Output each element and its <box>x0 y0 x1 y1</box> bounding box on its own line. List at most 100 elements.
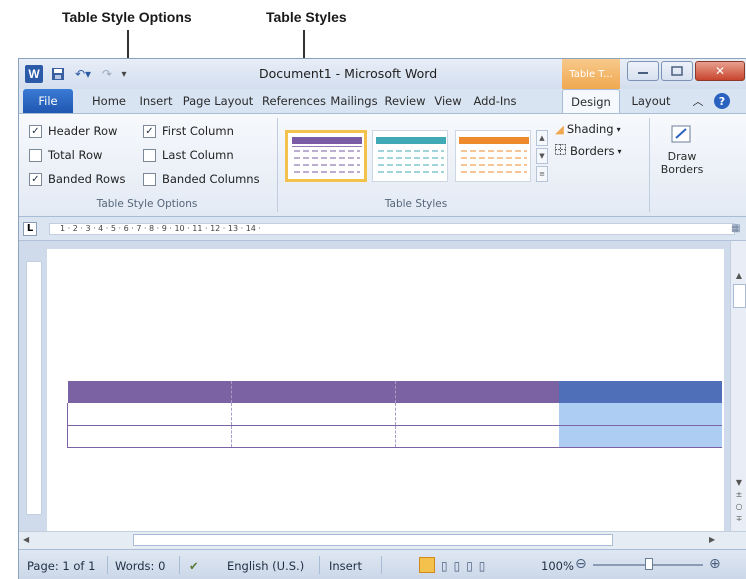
zoom-slider-thumb[interactable] <box>645 558 653 570</box>
table-cell[interactable] <box>67 425 232 448</box>
table-cell-last[interactable] <box>558 403 722 426</box>
gallery-scroll-up[interactable]: ▲ <box>536 130 548 146</box>
horizontal-ruler: L 1 · 2 · 3 · 4 · 5 · 6 · 7 · 8 · 9 · 10… <box>19 217 746 241</box>
zoom-level[interactable]: 100% <box>541 559 574 573</box>
annotation-table-style-options: Table Style Options <box>62 9 192 25</box>
document-area: ▲ ▼ ± ○ ∓ <box>19 241 746 531</box>
tab-references[interactable]: References <box>262 89 326 113</box>
document-page[interactable] <box>47 249 724 531</box>
draw-borders-button[interactable]: Draw Borders <box>657 122 707 192</box>
proofing-icon[interactable]: ✔ <box>189 559 199 573</box>
status-language[interactable]: English (U.S.) <box>227 559 304 573</box>
redo-icon[interactable]: ↷ <box>99 65 115 83</box>
scroll-up-icon[interactable]: ▲ <box>731 271 746 280</box>
table-header-cell[interactable] <box>67 381 232 403</box>
close-icon: ✕ <box>714 64 726 78</box>
zoom-out-button[interactable]: ⊖ <box>575 556 587 572</box>
status-separator <box>107 556 108 574</box>
table-style-thumb-2[interactable] <box>372 130 448 182</box>
status-insert-mode[interactable]: Insert <box>329 559 362 573</box>
table-style-preview-1 <box>292 137 362 173</box>
scroll-right-icon[interactable]: ▶ <box>709 535 715 544</box>
banded-columns-checkbox[interactable] <box>143 172 156 186</box>
status-words[interactable]: Words: 0 <box>115 559 165 573</box>
header-row-checkbox[interactable]: ✓ <box>29 124 42 138</box>
context-tab-table-tools[interactable]: Table T... <box>562 59 620 89</box>
last-column-checkbox[interactable] <box>143 148 156 162</box>
group-label-table-styles: Table Styles <box>384 198 448 210</box>
option-banded-rows[interactable]: ✓ Banded Rows <box>29 172 125 186</box>
help-icon[interactable]: ? <box>711 89 733 113</box>
option-first-column[interactable]: ✓ First Column <box>143 124 234 138</box>
undo-icon[interactable]: ↶▾ <box>71 65 95 83</box>
close-button[interactable]: ✕ <box>695 61 745 81</box>
gallery-scroll-down[interactable]: ▼ <box>536 148 548 164</box>
table-cell[interactable] <box>395 403 559 426</box>
group-separator <box>277 118 278 212</box>
minimize-button[interactable] <box>627 61 659 81</box>
save-icon[interactable] <box>49 65 67 83</box>
shading-button[interactable]: ◢ Shading ▾ <box>555 122 621 136</box>
vertical-ruler <box>26 261 42 515</box>
scroll-left-icon[interactable]: ◀ <box>23 535 29 544</box>
vertical-scroll-thumb[interactable] <box>732 284 746 308</box>
table-cell[interactable] <box>395 425 559 448</box>
option-header-row[interactable]: ✓ Header Row <box>29 124 117 138</box>
browse-object-icons[interactable]: ▼ ± ○ ∓ <box>731 477 746 525</box>
table-cell[interactable] <box>67 403 232 426</box>
total-row-checkbox[interactable] <box>29 148 42 162</box>
table-style-preview-2 <box>376 137 446 173</box>
gallery-more[interactable]: ≡ <box>536 166 548 182</box>
tab-add-ins[interactable]: Add-Ins <box>470 89 520 113</box>
tab-view[interactable]: View <box>430 89 466 113</box>
option-last-column[interactable]: Last Column <box>143 148 234 162</box>
table-style-thumb-3[interactable] <box>455 130 531 182</box>
tab-layout[interactable]: Layout <box>626 89 676 113</box>
group-separator-2 <box>649 118 650 212</box>
table-header-cell[interactable] <box>231 381 396 403</box>
ribbon-tabs: File Home Insert Page Layout References … <box>19 89 746 113</box>
maximize-button[interactable] <box>661 61 693 81</box>
status-separator <box>381 556 382 574</box>
first-column-checkbox[interactable]: ✓ <box>143 124 156 138</box>
print-layout-view-icon[interactable] <box>419 557 435 573</box>
borders-button[interactable]: Borders ▾ <box>555 144 622 158</box>
tab-review[interactable]: Review <box>382 89 428 113</box>
banded-rows-checkbox[interactable]: ✓ <box>29 172 42 186</box>
group-label-table-style-options: Table Style Options <box>96 198 198 210</box>
customize-toolbar-icon[interactable]: ▾ <box>117 65 131 83</box>
option-total-row[interactable]: Total Row <box>29 148 102 162</box>
view-ruler-icon[interactable]: ▦ <box>731 223 745 237</box>
tab-page-layout[interactable]: Page Layout <box>180 89 256 113</box>
horizontal-scrollbar[interactable]: ◀ ▶ <box>19 531 746 549</box>
minimize-ribbon-icon[interactable]: ︿ <box>691 89 705 113</box>
status-page[interactable]: Page: 1 of 1 <box>27 559 95 573</box>
option-banded-columns[interactable]: Banded Columns <box>143 172 260 186</box>
status-bar: Page: 1 of 1 Words: 0 ✔ English (U.S.) I… <box>19 549 746 579</box>
ribbon-design: ✓ Header Row ✓ First Column Total Row Last… <box>19 113 746 217</box>
view-mode-icons[interactable]: ▯▯▯▯ <box>441 559 491 573</box>
table-header-cell-last[interactable] <box>558 381 722 403</box>
svg-text:?: ? <box>719 95 725 108</box>
tab-design[interactable]: Design <box>562 89 620 113</box>
borders-icon <box>555 144 566 158</box>
table-cell[interactable] <box>231 403 396 426</box>
horizontal-scroll-thumb[interactable] <box>133 534 613 546</box>
tab-file[interactable]: File <box>23 89 73 113</box>
tab-selector[interactable]: L <box>23 222 37 236</box>
tab-home[interactable]: Home <box>87 89 131 113</box>
table-cell[interactable] <box>231 425 396 448</box>
vertical-scrollbar[interactable]: ▲ ▼ ± ○ ∓ <box>730 241 746 531</box>
word-app-icon[interactable]: W <box>25 65 43 83</box>
table-style-preview-3 <box>459 137 529 173</box>
table-cell-last[interactable] <box>558 425 722 448</box>
tab-insert[interactable]: Insert <box>134 89 178 113</box>
table-style-thumb-1[interactable] <box>285 130 367 182</box>
table-header-cell[interactable] <box>395 381 559 403</box>
status-separator <box>319 556 320 574</box>
tab-mailings[interactable]: Mailings <box>328 89 380 113</box>
shading-icon: ◢ <box>555 122 564 136</box>
document-table[interactable] <box>67 381 722 448</box>
ruler-scale: 1 · 2 · 3 · 4 · 5 · 6 · 7 · 8 · 9 · 10 ·… <box>49 223 735 235</box>
zoom-in-button[interactable]: ⊕ <box>709 556 721 572</box>
